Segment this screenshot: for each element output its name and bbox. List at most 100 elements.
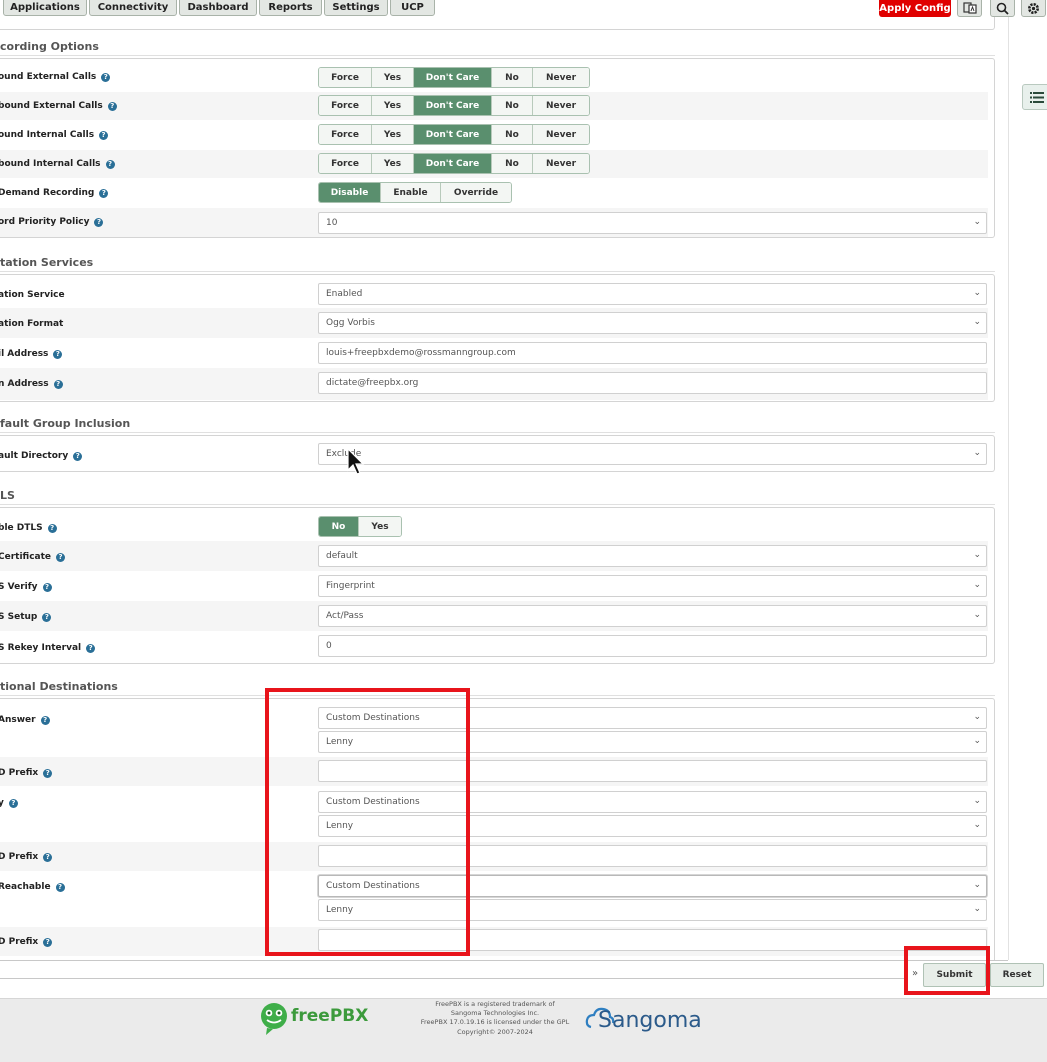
seg-force[interactable]: Force	[319, 154, 372, 173]
help-icon[interactable]: ?	[94, 217, 104, 227]
record-priority-select[interactable]: 10 ⌄	[318, 212, 987, 234]
help-icon[interactable]: ?	[43, 937, 53, 947]
dtls-setup-select[interactable]: Act/Pass ⌄	[318, 605, 987, 627]
from-address-input[interactable]: dictate@freepbx.org	[318, 372, 987, 394]
label-text: il Address	[0, 349, 49, 359]
recording-row-outbound-internal: bound Internal Calls? Force Yes Don't Ca…	[0, 150, 988, 178]
seg-override[interactable]: Override	[441, 183, 511, 202]
help-icon[interactable]: ?	[8, 798, 18, 808]
label-text: n Address	[0, 379, 49, 389]
seg-force[interactable]: Force	[319, 125, 372, 144]
seg-yes[interactable]: Yes	[359, 517, 401, 536]
help-icon[interactable]: ?	[42, 582, 52, 592]
help-icon[interactable]: ?	[101, 72, 111, 82]
seg-yes[interactable]: Yes	[372, 125, 414, 144]
seg-dont-care[interactable]: Don't Care	[414, 154, 492, 173]
help-icon[interactable]: ?	[107, 101, 117, 111]
label-text: D Prefix	[0, 937, 39, 947]
annotation-box-submit	[904, 946, 990, 995]
seg-dont-care[interactable]: Don't Care	[414, 96, 492, 115]
certificate-select[interactable]: default ⌄	[318, 545, 987, 567]
tab-connectivity[interactable]: Connectivity	[89, 0, 177, 16]
dtls-row-verify: S Verify? Fingerprint ⌄	[0, 571, 988, 601]
seg-force[interactable]: Force	[319, 68, 372, 87]
section-title-dictation: tation Services	[0, 256, 94, 269]
search-icon[interactable]	[990, 0, 1015, 17]
seg-yes[interactable]: Yes	[372, 68, 414, 87]
dtls-panel: ble DTLS? No Yes Certificate? default ⌄ S…	[0, 507, 995, 664]
seg-never[interactable]: Never	[533, 68, 589, 87]
seg-force[interactable]: Force	[319, 96, 372, 115]
language-icon[interactable]	[957, 0, 982, 17]
seg-yes[interactable]: Yes	[372, 96, 414, 115]
seg-never[interactable]: Never	[533, 96, 589, 115]
tab-dashboard[interactable]: Dashboard	[179, 0, 257, 16]
help-icon[interactable]: ?	[53, 349, 63, 359]
dtls-verify-select[interactable]: Fingerprint ⌄	[318, 575, 987, 597]
seg-no[interactable]: No	[492, 68, 533, 87]
top-nav: Applications Connectivity Dashboard Repo…	[0, 0, 1047, 17]
seg-dont-care[interactable]: Don't Care	[414, 68, 492, 87]
list-view-icon[interactable]	[1022, 84, 1047, 110]
row-label: ation Service	[0, 290, 65, 300]
inbound-internal-toggle: Force Yes Don't Care No Never	[318, 124, 590, 145]
help-icon[interactable]: ?	[53, 379, 63, 389]
section-divider	[0, 432, 995, 433]
freepbx-brand: freePBX	[291, 1006, 369, 1026]
help-icon[interactable]: ?	[86, 643, 96, 653]
help-icon[interactable]: ?	[99, 188, 109, 198]
apply-config-button[interactable]: Apply Config	[879, 0, 951, 17]
default-directory-select[interactable]: Exclude ⌄	[318, 443, 987, 465]
row-label: D Prefix?	[0, 937, 53, 947]
select-value: Enabled	[326, 289, 363, 299]
seg-disable[interactable]: Disable	[319, 183, 381, 202]
help-icon[interactable]: ?	[55, 882, 65, 892]
seg-no[interactable]: No	[492, 154, 533, 173]
help-icon[interactable]: ?	[56, 552, 66, 562]
seg-never[interactable]: Never	[533, 154, 589, 173]
seg-no[interactable]: No	[492, 96, 533, 115]
row-label: ound Internal Calls?	[0, 130, 109, 140]
help-icon[interactable]: ?	[40, 715, 50, 725]
help-icon[interactable]: ?	[47, 523, 57, 533]
freepbx-logo-icon	[261, 1003, 287, 1035]
dictation-format-select[interactable]: Ogg Vorbis ⌄	[318, 312, 987, 334]
chevron-down-icon: ⌄	[973, 880, 981, 890]
seg-dont-care[interactable]: Don't Care	[414, 125, 492, 144]
seg-enable[interactable]: Enable	[381, 183, 441, 202]
seg-no[interactable]: No	[492, 125, 533, 144]
tab-settings[interactable]: Settings	[324, 0, 388, 16]
optional-row-cid-prefix-1: D Prefix?	[0, 757, 988, 786]
label-text: Certificate	[0, 552, 52, 562]
rekey-interval-input[interactable]: 0	[318, 635, 987, 657]
reset-button[interactable]: Reset	[990, 963, 1044, 987]
label-text: S Setup	[0, 612, 38, 622]
dtls-row-enable: ble DTLS? No Yes	[0, 511, 988, 541]
select-value: Fingerprint	[326, 581, 375, 591]
dictation-row-email: il Address? louis+freepbxdemo@rossmanngr…	[0, 338, 988, 368]
row-label: il Address?	[0, 349, 63, 359]
help-icon[interactable]: ?	[43, 852, 53, 862]
label-text: bound Internal Calls	[0, 159, 101, 169]
row-label: Demand Recording?	[0, 188, 109, 198]
action-bar: » Submit Reset	[0, 960, 1047, 998]
help-icon[interactable]: ?	[43, 768, 53, 778]
help-icon[interactable]: ?	[42, 612, 52, 622]
label-text: ord Priority Policy	[0, 217, 90, 227]
legal-line: FreePBX is a registered trademark of	[435, 1000, 555, 1008]
gear-icon[interactable]	[1021, 0, 1046, 17]
dictation-service-select[interactable]: Enabled ⌄	[318, 283, 987, 305]
tab-applications[interactable]: Applications	[3, 0, 87, 16]
help-icon[interactable]: ?	[73, 451, 83, 461]
label-text: y	[0, 798, 4, 808]
seg-never[interactable]: Never	[533, 125, 589, 144]
email-address-input[interactable]: louis+freepbxdemo@rossmanngroup.com	[318, 342, 987, 364]
label-text: ound External Calls	[0, 72, 97, 82]
help-icon[interactable]: ?	[105, 159, 115, 169]
help-icon[interactable]: ?	[99, 130, 109, 140]
tab-reports[interactable]: Reports	[259, 0, 322, 16]
seg-no[interactable]: No	[319, 517, 359, 536]
tab-ucp[interactable]: UCP	[390, 0, 435, 16]
section-title-group: fault Group Inclusion	[0, 417, 131, 430]
seg-yes[interactable]: Yes	[372, 154, 414, 173]
